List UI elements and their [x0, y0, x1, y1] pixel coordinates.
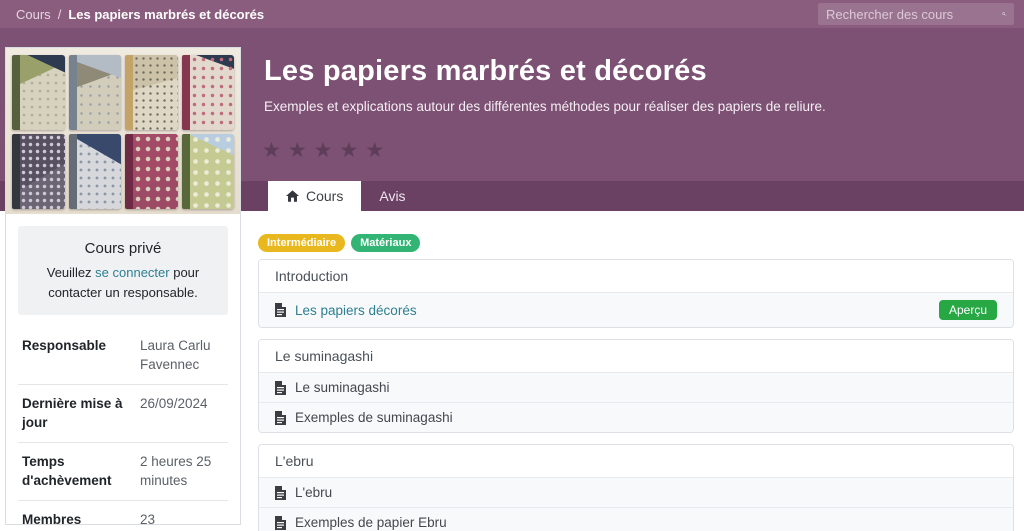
document-icon: [275, 380, 286, 395]
notebook-illustration: [12, 55, 65, 130]
breadcrumb-root-link[interactable]: Cours: [16, 7, 51, 22]
notebook-illustration: [181, 55, 234, 130]
private-course-title: Cours privé: [84, 240, 162, 257]
slide-title: Le suminagashi: [295, 380, 390, 395]
page-title: Les papiers marbrés et décorés: [264, 55, 707, 87]
document-icon: [275, 515, 286, 530]
slide-exemples-de-papier-ebru[interactable]: Exemples de papier Ebru: [259, 507, 1013, 531]
course-search-box[interactable]: [818, 3, 1014, 25]
info-label: Dernière mise à jour: [22, 395, 123, 431]
course-cover-photo: [6, 48, 240, 214]
info-label: Responsable: [22, 337, 107, 353]
star-icon[interactable]: ★: [262, 139, 288, 162]
course-content: Intermédiaire Matériaux Introduction Les…: [258, 210, 1014, 531]
preview-badge[interactable]: Aperçu: [938, 300, 997, 320]
star-icon[interactable]: ★: [314, 139, 340, 162]
tab-label: Cours: [306, 188, 344, 204]
section-title: Introduction: [259, 260, 1013, 292]
info-value: 23: [140, 511, 156, 527]
rating-stars: ★★★★★: [262, 138, 391, 163]
breadcrumb-current: Les papiers marbrés et décorés: [68, 6, 265, 22]
tab-label: Avis: [379, 188, 406, 204]
star-icon[interactable]: ★: [288, 139, 314, 162]
info-row-temps-achevement: Temps d'achèvement 2 heures 25 minutes: [18, 443, 228, 501]
search-icon[interactable]: [1002, 7, 1006, 21]
course-subtitle: Exemples et explications autour des diff…: [264, 99, 826, 114]
private-course-notice: Cours privé Veuillez se connecter pour c…: [18, 226, 228, 315]
course-info-card: Cours privé Veuillez se connecter pour c…: [5, 47, 241, 527]
section-introduction: Introduction Les papiers décorés Aperçu: [258, 259, 1014, 328]
tag-badge: Matériaux: [351, 234, 421, 252]
info-row-derniere-mise-a-jour: Dernière mise à jour 26/09/2024: [18, 385, 228, 443]
slide-l-ebru[interactable]: L'ebru: [259, 477, 1013, 507]
level-badge: Intermédiaire: [258, 234, 346, 252]
home-icon: [286, 190, 299, 202]
login-link[interactable]: se connecter: [95, 265, 169, 280]
tab-avis[interactable]: Avis: [361, 181, 423, 211]
info-row-membres: Membres 23: [18, 501, 228, 531]
notebook-illustration: [68, 134, 121, 209]
slide-title: Les papiers décorés: [295, 302, 417, 318]
star-icon[interactable]: ★: [365, 139, 391, 162]
top-navbar: Cours / Les papiers marbrés et décorés: [0, 0, 1024, 28]
info-value: Laura Carlu Favennec: [140, 337, 211, 373]
slide-title: Exemples de suminagashi: [295, 410, 453, 425]
info-row-responsable: Responsable Laura Carlu Favennec: [18, 327, 228, 385]
section-title: L'ebru: [259, 445, 1013, 477]
notebook-illustration: [68, 55, 121, 130]
notebook-illustration: [12, 134, 65, 209]
document-icon: [275, 485, 286, 500]
star-icon[interactable]: ★: [339, 139, 365, 162]
slide-title: Exemples de papier Ebru: [295, 515, 447, 530]
notebook-illustration: [125, 55, 178, 130]
slide-exemples-de-suminagashi[interactable]: Exemples de suminagashi: [259, 402, 1013, 432]
section-l-ebru: L'ebru L'ebru Exemples de papier Ebru: [258, 444, 1014, 531]
section-le-suminagashi: Le suminagashi Le suminagashi Exemples d…: [258, 339, 1014, 433]
tab-cours[interactable]: Cours: [268, 181, 362, 211]
document-icon: [275, 303, 286, 317]
section-title: Le suminagashi: [259, 340, 1013, 372]
notebook-illustration: [125, 134, 178, 209]
course-info-table: Responsable Laura Carlu Favennec Dernièr…: [18, 327, 228, 531]
info-value: 26/09/2024: [140, 395, 208, 411]
info-label: Membres: [22, 511, 82, 527]
info-label: Temps d'achèvement: [22, 453, 112, 489]
notebook-illustration: [181, 134, 234, 209]
slide-les-papiers-decores[interactable]: Les papiers décorés Aperçu: [259, 292, 1013, 327]
slide-le-suminagashi[interactable]: Le suminagashi: [259, 372, 1013, 402]
course-badges: Intermédiaire Matériaux: [258, 234, 1014, 252]
search-input[interactable]: [826, 6, 1002, 22]
info-value: 2 heures 25 minutes: [140, 453, 212, 489]
slide-title: L'ebru: [295, 485, 333, 500]
breadcrumb-separator: /: [57, 6, 62, 22]
document-icon: [275, 410, 286, 425]
privacy-text: Veuillez: [46, 265, 96, 281]
